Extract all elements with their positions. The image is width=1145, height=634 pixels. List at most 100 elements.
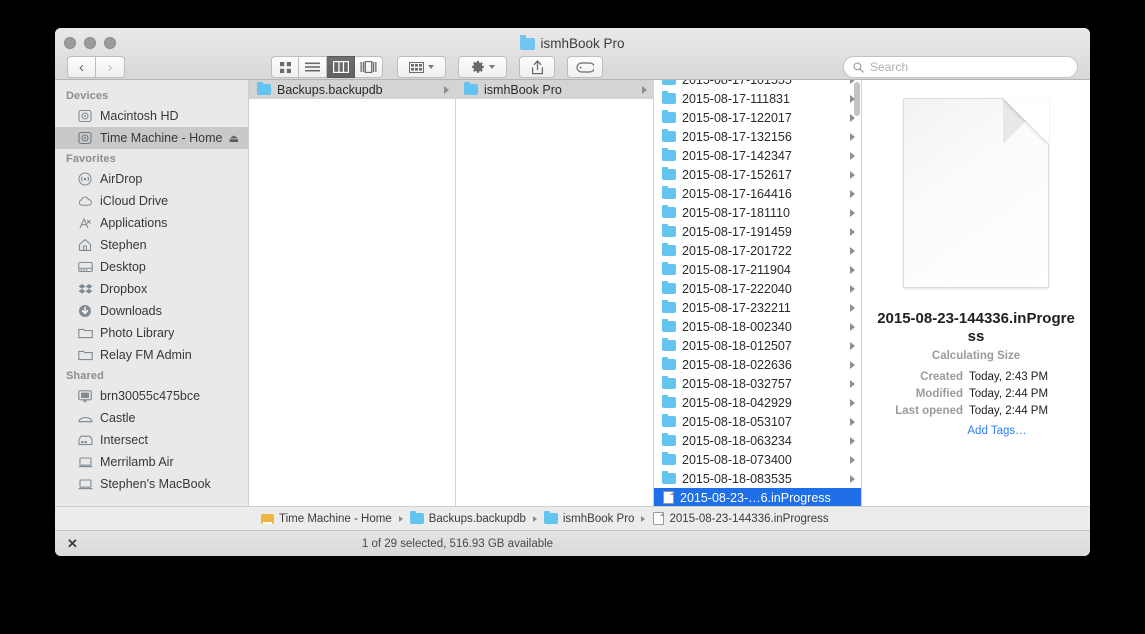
list-item[interactable]: 2015-08-18-012507	[654, 336, 861, 355]
disclosure-triangle-icon[interactable]	[850, 436, 855, 445]
sidebar-item-icloud-drive[interactable]: iCloud Drive	[55, 190, 248, 212]
disclosure-triangle-icon[interactable]	[850, 246, 855, 255]
sidebar-item-stephen[interactable]: Stephen	[55, 234, 248, 256]
column-view-icon	[332, 61, 349, 73]
sidebar-item-macintosh-hd[interactable]: Macintosh HD	[55, 105, 248, 127]
breadcrumb-label: 2015-08-23-144336.inProgress	[669, 512, 829, 525]
disclosure-triangle-icon[interactable]	[642, 85, 647, 94]
list-item[interactable]: 2015-08-17-232211	[654, 298, 861, 317]
view-as-coverflow-button[interactable]	[355, 56, 383, 78]
folder-icon	[662, 128, 676, 142]
preview-detail-key: Last opened	[895, 405, 963, 417]
list-item[interactable]: 2015-08-17-164416	[654, 184, 861, 203]
sidebar-item-relay-fm-admin[interactable]: Relay FM Admin	[55, 344, 248, 366]
list-item[interactable]: 2015-08-17-211904	[654, 260, 861, 279]
list-item[interactable]: 2015-08-17-181110	[654, 203, 861, 222]
sidebar-item-label: Macintosh HD	[100, 109, 179, 123]
add-tags-link[interactable]: Add Tags…	[967, 425, 1026, 437]
disclosure-triangle-icon[interactable]	[850, 474, 855, 483]
disclosure-triangle-icon[interactable]	[850, 322, 855, 331]
window-titlebar: ismhBook Pro ‹ › Search	[55, 28, 1090, 80]
list-item[interactable]: 2015-08-18-002340	[654, 317, 861, 336]
sidebar-item-castle[interactable]: Castle	[55, 407, 248, 429]
list-item[interactable]: ismhBook Pro	[456, 80, 653, 99]
share-button[interactable]	[519, 56, 555, 78]
list-item[interactable]: 2015-08-17-122017	[654, 108, 861, 127]
disclosure-triangle-icon[interactable]	[850, 227, 855, 236]
cloud-icon	[77, 193, 93, 209]
disclosure-triangle-icon[interactable]	[850, 94, 855, 103]
disclosure-triangle-icon[interactable]	[850, 132, 855, 141]
list-item[interactable]: 2015-08-18-063234	[654, 431, 861, 450]
view-as-columns-button[interactable]	[327, 56, 355, 78]
disclosure-triangle-icon[interactable]	[850, 341, 855, 350]
list-item-label: 2015-08-18-042929	[682, 395, 792, 410]
sidebar-item-dropbox[interactable]: Dropbox	[55, 278, 248, 300]
column-backup-snapshots[interactable]: 2015-08-17-101555 2015-08-17-111831 2015…	[654, 80, 862, 506]
sidebar-item-label: Desktop	[100, 260, 146, 274]
disclosure-triangle-icon[interactable]	[850, 398, 855, 407]
sidebar-item-merrilamb-air[interactable]: Merrilamb Air	[55, 451, 248, 473]
list-item[interactable]: 2015-08-17-111831	[654, 89, 861, 108]
disclosure-triangle-icon[interactable]	[850, 208, 855, 217]
folder-icon	[662, 242, 676, 256]
sidebar-item-photo-library[interactable]: Photo Library	[55, 322, 248, 344]
close-icon[interactable]: ✕	[67, 536, 78, 552]
list-item-selected[interactable]: 2015-08-23-…6.inProgress	[654, 488, 861, 506]
preview-size-status: Calculating Size	[931, 350, 1021, 362]
breadcrumb-current-file[interactable]: 2015-08-23-144336.inProgress	[652, 512, 829, 525]
list-item[interactable]: 2015-08-17-132156	[654, 127, 861, 146]
disclosure-triangle-icon[interactable]	[850, 360, 855, 369]
list-item[interactable]: 2015-08-17-201722	[654, 241, 861, 260]
disclosure-triangle-icon[interactable]	[850, 265, 855, 274]
sidebar-item-brn30055c475bce[interactable]: brn30055c475bce	[55, 385, 248, 407]
disclosure-triangle-icon[interactable]	[850, 189, 855, 198]
disclosure-triangle-icon[interactable]	[850, 113, 855, 122]
preview-details: Created Today, 2:43 PM Modified Today, 2…	[876, 369, 1076, 420]
disclosure-triangle-icon[interactable]	[850, 80, 855, 84]
list-item[interactable]: 2015-08-17-101555	[654, 80, 861, 89]
sidebar-item-applications[interactable]: Applications	[55, 212, 248, 234]
disclosure-triangle-icon[interactable]	[850, 417, 855, 426]
disclosure-triangle-icon[interactable]	[850, 303, 855, 312]
disclosure-triangle-icon[interactable]	[850, 455, 855, 464]
arrange-by-button[interactable]	[397, 56, 446, 78]
back-button[interactable]: ‹	[67, 56, 96, 78]
edit-tags-button[interactable]	[567, 56, 603, 78]
list-item[interactable]: 2015-08-17-152617	[654, 165, 861, 184]
list-item[interactable]: 2015-08-18-042929	[654, 393, 861, 412]
view-as-list-button[interactable]	[299, 56, 327, 78]
breadcrumb-backups-backupdb[interactable]: Backups.backupdb	[409, 510, 526, 525]
tag-icon	[576, 61, 594, 73]
disclosure-triangle-icon[interactable]	[444, 85, 449, 94]
sidebar-item-airdrop[interactable]: AirDrop	[55, 168, 248, 190]
list-item[interactable]: 2015-08-18-053107	[654, 412, 861, 431]
disclosure-triangle-icon[interactable]	[850, 284, 855, 293]
list-item[interactable]: 2015-08-18-083535	[654, 469, 861, 488]
view-as-icons-button[interactable]	[271, 56, 299, 78]
sidebar-item-stephens-macbook[interactable]: Stephen's MacBook	[55, 473, 248, 495]
sidebar-item-desktop[interactable]: Desktop	[55, 256, 248, 278]
list-item-label: 2015-08-18-032757	[682, 376, 792, 391]
sidebar-item-time-machine-home[interactable]: Time Machine - Home ⏏	[55, 127, 248, 149]
list-item[interactable]: Backups.backupdb	[249, 80, 455, 99]
breadcrumb-time-machine-home[interactable]: Time Machine - Home	[261, 513, 392, 525]
disclosure-triangle-icon[interactable]	[850, 151, 855, 160]
list-item[interactable]: 2015-08-18-032757	[654, 374, 861, 393]
list-item[interactable]: 2015-08-17-142347	[654, 146, 861, 165]
search-input[interactable]: Search	[870, 60, 908, 74]
list-item[interactable]: 2015-08-17-191459	[654, 222, 861, 241]
breadcrumb-ismhbook-pro[interactable]: ismhBook Pro	[543, 510, 634, 525]
forward-button[interactable]: ›	[96, 56, 125, 78]
sidebar-item-downloads[interactable]: Downloads	[55, 300, 248, 322]
action-menu-button[interactable]	[458, 56, 507, 78]
eject-icon[interactable]: ⏏	[229, 132, 239, 145]
disclosure-triangle-icon[interactable]	[850, 170, 855, 179]
path-bar: Time Machine - Home Backups.backupdb ism…	[55, 506, 1090, 530]
list-item[interactable]: 2015-08-18-073400	[654, 450, 861, 469]
search-field[interactable]: Search	[843, 56, 1078, 78]
disclosure-triangle-icon[interactable]	[850, 379, 855, 388]
list-item[interactable]: 2015-08-17-222040	[654, 279, 861, 298]
sidebar-item-intersect[interactable]: Intersect	[55, 429, 248, 451]
list-item[interactable]: 2015-08-18-022636	[654, 355, 861, 374]
